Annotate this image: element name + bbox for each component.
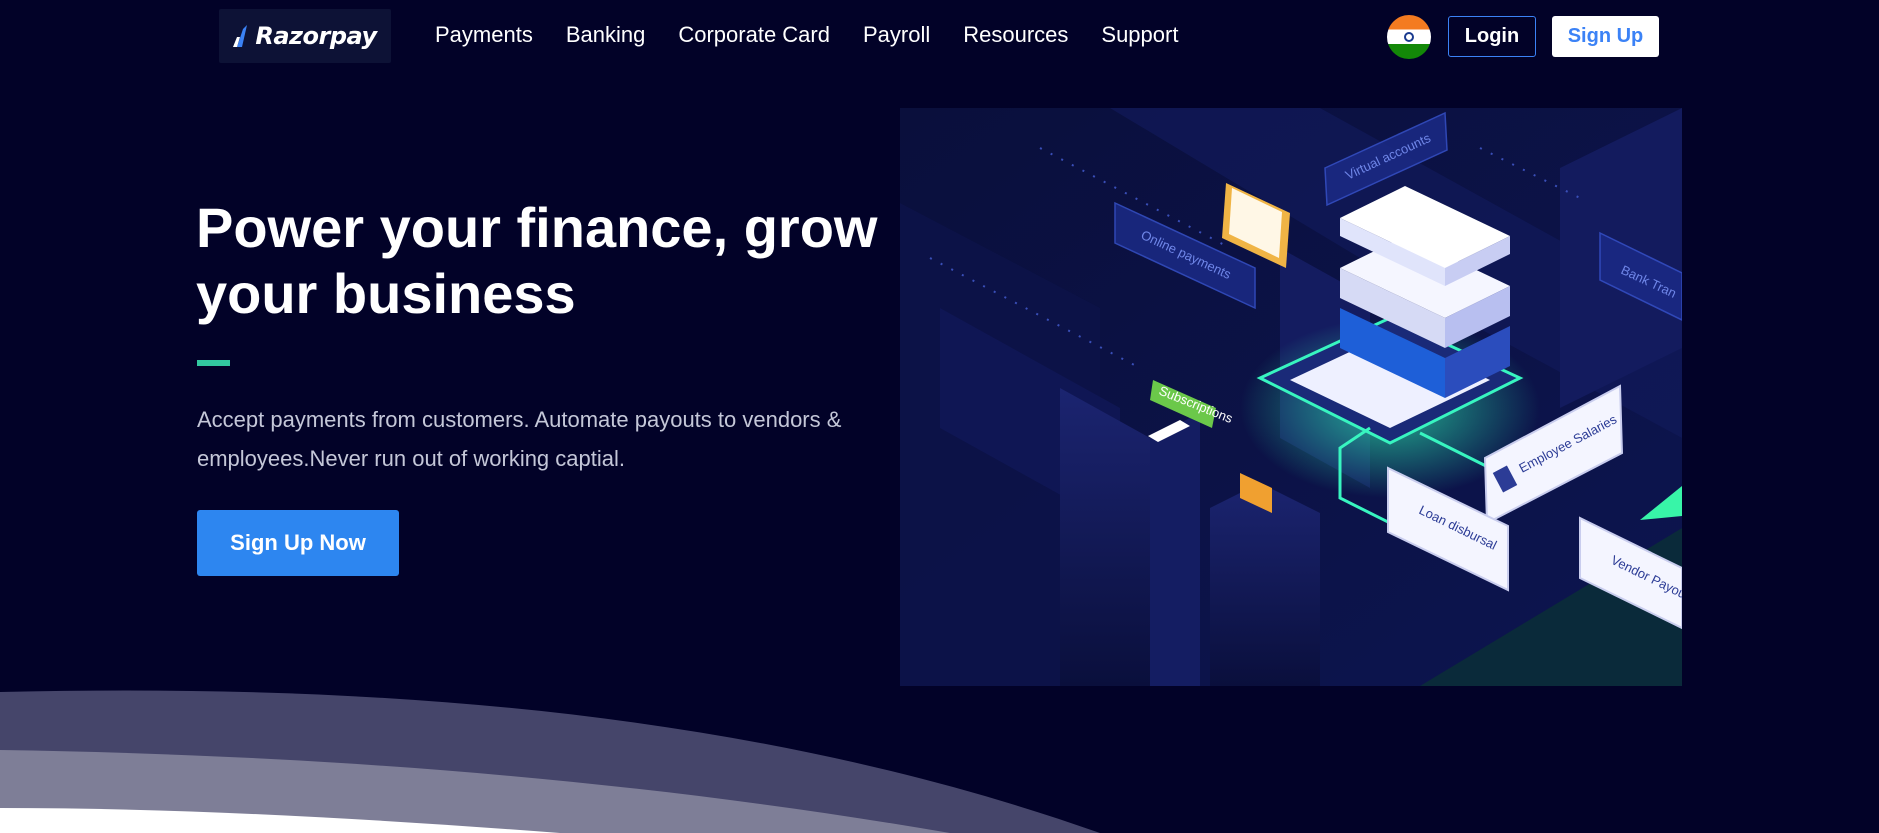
nav-item-payroll[interactable]: Payroll — [863, 22, 930, 48]
hero-title: Power your finance, grow your business — [196, 195, 896, 327]
bottom-wave-decoration — [0, 690, 1100, 833]
razorpay-logo[interactable]: Razorpay — [219, 9, 391, 63]
accent-divider — [197, 360, 230, 366]
chakra-icon — [1404, 32, 1414, 42]
hero-title-line-1: Power your finance, grow — [196, 196, 878, 259]
hero-subtitle: Accept payments from customers. Automate… — [197, 400, 897, 478]
signup-button[interactable]: Sign Up — [1552, 16, 1659, 57]
login-button[interactable]: Login — [1448, 16, 1536, 57]
nav-item-support[interactable]: Support — [1101, 22, 1178, 48]
signup-now-button[interactable]: Sign Up Now — [197, 510, 399, 576]
top-nav: Razorpay Payments Banking Corporate Card… — [0, 0, 1879, 74]
razorpay-logo-icon — [233, 25, 248, 47]
nav-item-resources[interactable]: Resources — [963, 22, 1068, 48]
nav-item-corporate-card[interactable]: Corporate Card — [678, 22, 830, 48]
isometric-finance-illustration: Virtual accounts Online payments Bank Tr… — [900, 108, 1682, 686]
hero-subtitle-line-1: Accept payments from customers. Automate… — [197, 407, 842, 432]
nav-links: Payments Banking Corporate Card Payroll … — [435, 22, 1211, 48]
nav-item-payments[interactable]: Payments — [435, 22, 533, 48]
hero-illustration: Virtual accounts Online payments Bank Tr… — [900, 108, 1682, 686]
brand-name: Razorpay — [255, 22, 377, 50]
india-flag-icon[interactable] — [1387, 15, 1431, 59]
hero-subtitle-line-2: employees.Never run out of working capti… — [197, 446, 625, 471]
nav-item-banking[interactable]: Banking — [566, 22, 646, 48]
hero-title-line-2: your business — [196, 262, 576, 325]
